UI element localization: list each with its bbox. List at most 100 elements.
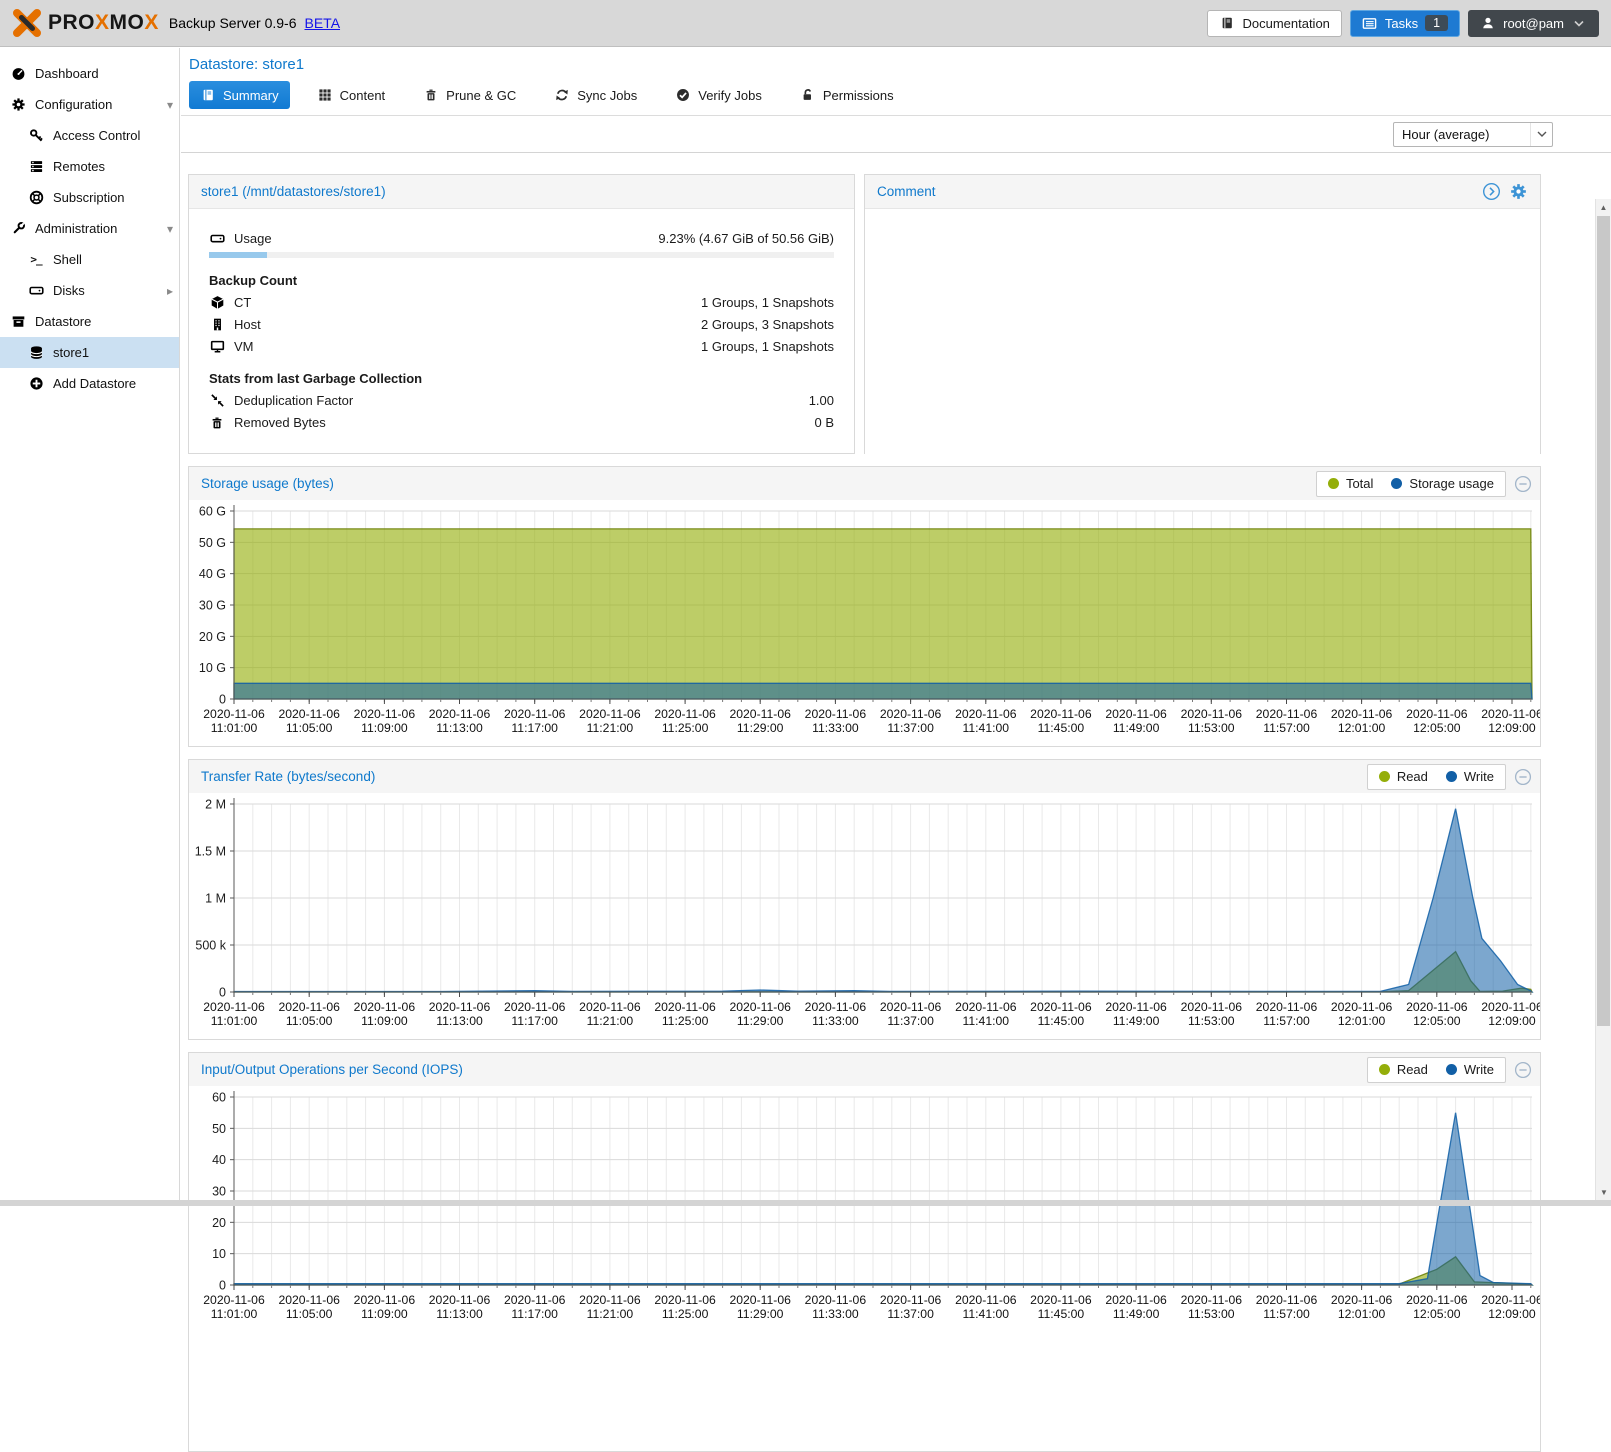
sidebar-item-administration[interactable]: Administration ▾: [0, 213, 179, 244]
sidebar-item-access-control[interactable]: Access Control: [0, 120, 179, 151]
legend-item-storage-usage[interactable]: Storage usage: [1391, 476, 1494, 491]
gear-icon[interactable]: [1509, 182, 1528, 201]
cube-icon: [209, 295, 225, 311]
comment-body[interactable]: [865, 209, 1540, 454]
svg-text:60: 60: [212, 1091, 226, 1105]
ct-row: CT 1 Groups, 1 Snapshots: [209, 293, 834, 312]
svg-text:11:25:00: 11:25:00: [662, 721, 709, 735]
svg-text:2020-11-06: 2020-11-06: [504, 1293, 566, 1307]
tab-prune-gc[interactable]: Prune & GC: [412, 81, 527, 109]
sidebar-item-configuration[interactable]: Configuration ▾: [0, 89, 179, 120]
timeframe-select[interactable]: Hour (average): [1393, 122, 1553, 147]
user-menu-button[interactable]: root@pam: [1468, 10, 1599, 37]
legend-item-total[interactable]: Total: [1328, 476, 1373, 491]
svg-text:11:45:00: 11:45:00: [1038, 1307, 1085, 1321]
trash-icon: [209, 415, 225, 431]
svg-text:11:01:00: 11:01:00: [211, 1307, 258, 1321]
app-title: Backup Server 0.9-6: [169, 15, 297, 31]
svg-text:2020-11-06: 2020-11-06: [203, 1293, 265, 1307]
remotes-icon: [28, 159, 44, 175]
scroll-up-button[interactable]: ▲: [1596, 199, 1611, 215]
tab-sync-jobs[interactable]: Sync Jobs: [543, 81, 648, 109]
svg-text:11:37:00: 11:37:00: [887, 721, 934, 735]
proxmox-logo: PROXMOX: [12, 8, 159, 38]
svg-text:11:49:00: 11:49:00: [1113, 1307, 1160, 1321]
svg-text:11:25:00: 11:25:00: [662, 1307, 709, 1321]
svg-text:1 M: 1 M: [205, 892, 226, 906]
svg-text:11:05:00: 11:05:00: [286, 721, 333, 735]
sidebar-item-dashboard[interactable]: Dashboard: [0, 58, 179, 89]
legend-item-write[interactable]: Write: [1446, 1062, 1494, 1077]
svg-text:2020-11-06: 2020-11-06: [729, 1293, 791, 1307]
documentation-button[interactable]: Documentation: [1207, 10, 1341, 37]
check-circle-icon: [675, 87, 691, 103]
tasks-button[interactable]: Tasks 1: [1350, 10, 1460, 37]
terminal-icon: >_: [28, 252, 44, 268]
svg-text:11:21:00: 11:21:00: [587, 1014, 634, 1028]
gc-stats-heading: Stats from last Garbage Collection: [209, 371, 834, 386]
lifering-icon: [28, 190, 44, 206]
chart-legend: Read Write: [1367, 764, 1506, 790]
svg-text:11:21:00: 11:21:00: [587, 1307, 634, 1321]
book-icon: [1219, 15, 1235, 31]
collapse-caret-icon[interactable]: ▾: [167, 98, 173, 112]
svg-text:11:53:00: 11:53:00: [1188, 1014, 1235, 1028]
svg-text:12:09:00: 12:09:00: [1488, 1014, 1536, 1028]
svg-text:2020-11-06: 2020-11-06: [1105, 707, 1167, 721]
chart-title: Transfer Rate (bytes/second): [201, 769, 375, 784]
tab-summary[interactable]: Summary: [189, 81, 290, 109]
svg-text:11:17:00: 11:17:00: [511, 1014, 558, 1028]
svg-text:2020-11-06: 2020-11-06: [1030, 1000, 1092, 1014]
gears-icon: [10, 97, 26, 113]
minus-circle-icon[interactable]: [1514, 768, 1532, 786]
collapse-caret-icon[interactable]: ▾: [167, 222, 173, 236]
expand-caret-icon[interactable]: ▸: [167, 284, 173, 298]
svg-text:12:09:00: 12:09:00: [1488, 1307, 1536, 1321]
svg-text:2020-11-06: 2020-11-06: [805, 1000, 867, 1014]
sidebar-item-datastore[interactable]: Datastore: [0, 306, 179, 337]
sidebar-item-store1[interactable]: store1: [0, 337, 179, 368]
sidebar-item-add-datastore[interactable]: Add Datastore: [0, 368, 179, 399]
svg-text:11:57:00: 11:57:00: [1263, 721, 1310, 735]
tab-content[interactable]: Content: [306, 81, 397, 109]
tasks-count-badge: 1: [1425, 15, 1448, 31]
svg-text:0: 0: [219, 986, 226, 1000]
svg-text:2020-11-06: 2020-11-06: [729, 707, 791, 721]
user-icon: [1480, 15, 1496, 31]
svg-text:2020-11-06: 2020-11-06: [1331, 1293, 1393, 1307]
tab-permissions[interactable]: Permissions: [789, 81, 905, 109]
svg-text:20 G: 20 G: [199, 630, 226, 644]
svg-text:2020-11-06: 2020-11-06: [880, 1293, 942, 1307]
proxmox-x-logo-icon: [12, 8, 42, 38]
scroll-down-button[interactable]: ▼: [1596, 1184, 1611, 1200]
hdd-icon: [209, 231, 225, 247]
scrollbar-thumb[interactable]: [1597, 216, 1610, 1026]
svg-text:2020-11-06: 2020-11-06: [955, 1000, 1017, 1014]
main-area: Datastore: store1 Summary Content Prune …: [181, 48, 1611, 1206]
sidebar-item-disks[interactable]: Disks ▸: [0, 275, 179, 306]
tab-verify-jobs[interactable]: Verify Jobs: [664, 81, 773, 109]
svg-text:11:21:00: 11:21:00: [587, 721, 634, 735]
legend-item-write[interactable]: Write: [1446, 769, 1494, 784]
svg-text:11:53:00: 11:53:00: [1188, 721, 1235, 735]
svg-text:40 G: 40 G: [199, 567, 226, 581]
svg-text:2020-11-06: 2020-11-06: [203, 1000, 265, 1014]
legend-item-read[interactable]: Read: [1379, 1062, 1428, 1077]
minus-circle-icon[interactable]: [1514, 475, 1532, 493]
circle-arrow-right-icon[interactable]: [1482, 182, 1501, 201]
minus-circle-icon[interactable]: [1514, 1061, 1532, 1079]
beta-link[interactable]: BETA: [305, 15, 341, 31]
svg-text:11:57:00: 11:57:00: [1263, 1307, 1310, 1321]
svg-text:11:01:00: 11:01:00: [211, 1014, 258, 1028]
svg-text:2020-11-06: 2020-11-06: [654, 707, 716, 721]
vertical-scrollbar[interactable]: ▲ ▼: [1595, 199, 1611, 1206]
sidebar-item-remotes[interactable]: Remotes: [0, 151, 179, 182]
removed-bytes-row: Removed Bytes 0 B: [209, 413, 834, 432]
sidebar-item-shell[interactable]: >_ Shell: [0, 244, 179, 275]
unlock-icon: [800, 87, 816, 103]
svg-text:2020-11-06: 2020-11-06: [1181, 1293, 1243, 1307]
sidebar-item-subscription[interactable]: Subscription: [0, 182, 179, 213]
svg-text:2020-11-06: 2020-11-06: [429, 1293, 491, 1307]
svg-text:12:05:00: 12:05:00: [1413, 721, 1461, 735]
legend-item-read[interactable]: Read: [1379, 769, 1428, 784]
